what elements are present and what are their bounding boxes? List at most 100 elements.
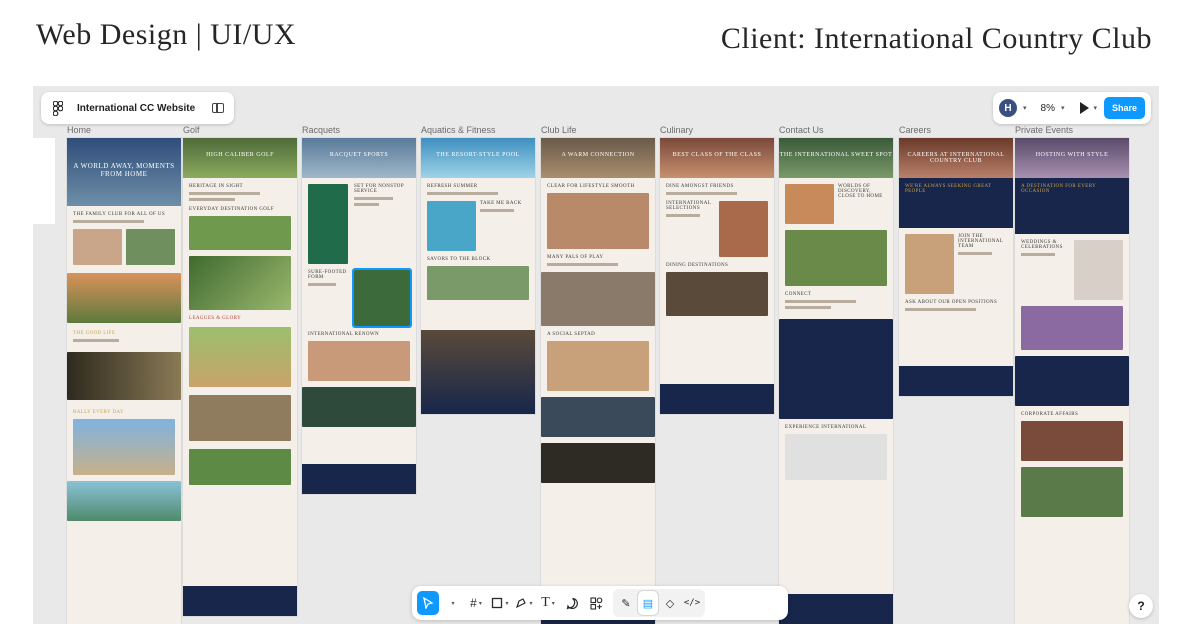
pool-photo [67, 481, 181, 521]
section: HERITAGE IN SIGHT [189, 184, 291, 201]
chevron-down-icon[interactable]: ▾ [1061, 104, 1065, 112]
frame-club-life[interactable]: A WARM CONNECTION CLEAR FOR LIFESTYLE SM… [541, 138, 655, 624]
selected-court-photo[interactable] [352, 268, 412, 328]
actions-tool[interactable] [585, 591, 607, 615]
prototype-mode-button[interactable]: ◇ [660, 591, 680, 615]
dev-mode-icon: ◇ [665, 597, 675, 610]
section: WEDDINGS & CELEBRATIONS [1021, 240, 1123, 300]
text-line [480, 209, 515, 212]
frame-label-club-life[interactable]: Club Life [541, 125, 577, 135]
frame-label-aquatics[interactable]: Aquatics & Fitness [421, 125, 496, 135]
restaurant-photo [666, 272, 768, 316]
sidebar-toggle-icon[interactable] [212, 103, 224, 113]
page-heading-left: Web Design | UI/UX [36, 18, 297, 51]
frame-racquets[interactable]: RACQUET SPORTS SET FOR NONSTOP SERVICE S… [302, 138, 416, 494]
frame-aquatics[interactable]: THE RESORT-STYLE POOL REFRESH SUMMER TAK… [421, 138, 535, 414]
frame-private-events[interactable]: HOSTING WITH STYLE A DESTINATION FOR EVE… [1015, 138, 1129, 624]
frame-golf[interactable]: HIGH CALIBER GOLF HERITAGE IN SIGHT EVER… [183, 138, 297, 616]
footer [183, 586, 297, 616]
section-title: ASK ABOUT OUR OPEN POSITIONS [905, 300, 998, 305]
footer [302, 464, 416, 494]
frame-label-careers[interactable]: Careers [899, 125, 931, 135]
share-button[interactable]: Share [1103, 97, 1145, 119]
canvas-side-strip [33, 138, 55, 224]
section-title: TAKE ME BACK [480, 201, 522, 206]
frame-label-golf[interactable]: Golf [183, 125, 200, 135]
hero-title: HOSTING WITH STYLE [1035, 152, 1109, 158]
photo [547, 193, 649, 249]
section: DINE AMONGST FRIENDS [666, 184, 768, 195]
section-title: CONNECT [785, 292, 812, 297]
photo [189, 216, 291, 250]
text-line [958, 252, 993, 255]
section: LEAGUES & GLORY [189, 316, 291, 387]
help-button[interactable]: ? [1129, 594, 1153, 618]
section-title: SET FOR NONSTOP SERVICE [354, 184, 404, 194]
zoom-level[interactable]: 8% [1041, 103, 1055, 114]
text-line [73, 220, 145, 223]
move-tool[interactable] [417, 591, 439, 615]
section: MANY PALS OF PLAY [547, 255, 649, 266]
frame-contact[interactable]: THE INTERNATIONAL SWEET SPOT WORLDS OF D… [779, 138, 893, 624]
present-button[interactable]: ▾ [1070, 102, 1097, 114]
ballroom-photo [1021, 306, 1123, 350]
chevron-down-icon[interactable]: ▾ [1023, 104, 1027, 112]
section-title: DINING DESTINATIONS [666, 263, 729, 268]
draw-mode-button[interactable]: ✎ [616, 591, 636, 615]
frame-label-private-events[interactable]: Private Events [1015, 125, 1073, 135]
code-icon: </> [683, 598, 701, 608]
frame-careers[interactable]: CAREERS AT INTERNATIONAL COUNTRY CLUB WE… [899, 138, 1013, 396]
section: INTERNATIONAL RENOWN [308, 332, 410, 381]
section-title: RALLY EVERY DAY [73, 410, 125, 415]
text-group: SET FOR NONSTOP SERVICE [354, 184, 410, 264]
section: THE GOOD LIFE [73, 331, 175, 342]
design-mode-button[interactable]: ▤ [638, 591, 658, 615]
move-tool-menu[interactable]: ▾ [441, 591, 463, 615]
photo-row: TAKE ME BACK [427, 201, 529, 251]
text-group: JOIN THE INTERNATIONAL TEAM [958, 234, 1007, 294]
frame-tool[interactable]: # ▾ [465, 591, 487, 615]
design-canvas[interactable]: Home Golf Racquets Aquatics & Fitness Cl… [33, 86, 1159, 624]
dev-mode-button[interactable]: </> [682, 591, 702, 615]
chevron-down-icon: ▾ [551, 600, 555, 607]
file-name[interactable]: International CC Website [77, 103, 212, 114]
frame-label-culinary[interactable]: Culinary [660, 125, 693, 135]
text-line [189, 192, 261, 195]
frame-home[interactable]: A WORLD AWAY, MOMENTS FROM HOME THE FAMI… [67, 138, 181, 624]
shape-tool[interactable]: ▾ [489, 591, 511, 615]
photo [1021, 467, 1123, 517]
text-line [785, 306, 831, 309]
frame-culinary[interactable]: BEST CLASS OF THE CLASS DINE AMONGST FRI… [660, 138, 774, 414]
text-tool[interactable]: T ▾ [537, 591, 559, 615]
section-title: LEAGUES & GLORY [189, 316, 242, 321]
figma-logo-icon[interactable] [51, 100, 65, 116]
frame-label-home[interactable]: Home [67, 125, 91, 135]
chevron-down-icon: ▾ [505, 600, 509, 607]
section-title: CORPORATE AFFAIRS [1021, 412, 1079, 417]
footer [421, 330, 535, 414]
avatar[interactable]: H [999, 99, 1017, 117]
text-line [73, 339, 119, 342]
frame-label-racquets[interactable]: Racquets [302, 125, 340, 135]
section-title: WEDDINGS & CELEBRATIONS [1021, 240, 1063, 250]
mode-switcher: ✎ ▤ ◇ </> [613, 589, 705, 617]
photo [126, 229, 175, 265]
section-title: SAVORS TO THE BLOCK [427, 257, 491, 262]
text-group: TAKE ME BACK [480, 201, 529, 251]
footer [660, 384, 774, 414]
section: WE'RE ALWAYS SEEKING GREAT PEOPLE [899, 178, 1013, 228]
team-photo [308, 341, 410, 381]
hero-image: THE RESORT-STYLE POOL [421, 138, 535, 178]
hero-title: A WORLD AWAY, MOMENTS FROM HOME [73, 162, 175, 178]
text-line [666, 214, 701, 217]
frame-label-contact[interactable]: Contact Us [779, 125, 824, 135]
hero-image: HIGH CALIBER GOLF [183, 138, 297, 178]
section-title: WE'RE ALWAYS SEEKING GREAT PEOPLE [905, 184, 992, 194]
hero-title: A WARM CONNECTION [561, 152, 635, 158]
section-title: EVERYDAY DESTINATION GOLF [189, 207, 274, 212]
section-title: INTERNATIONAL RENOWN [308, 332, 379, 337]
comment-icon [566, 597, 578, 609]
pen-tool[interactable]: ▾ [513, 591, 535, 615]
section-title: A DESTINATION FOR EVERY OCCASION [1021, 184, 1096, 194]
comment-tool[interactable] [561, 591, 583, 615]
